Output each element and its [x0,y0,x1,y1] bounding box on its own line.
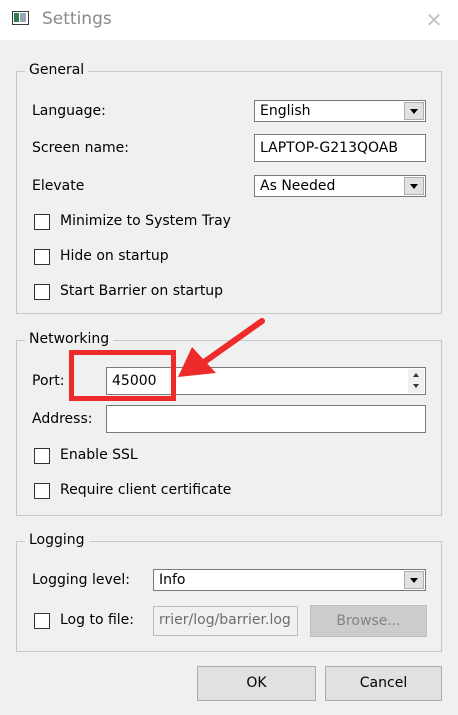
logging-level-combo[interactable]: Info [153,569,426,591]
title-bar: Settings ✕ [0,0,458,40]
port-label: Port: [32,373,65,389]
settings-window: Settings ✕ General Language: English Scr… [0,0,458,715]
log-file-path-field[interactable]: rrier/log/barrier.log [153,606,298,636]
language-combo[interactable]: English [254,100,426,122]
ok-button[interactable]: OK [197,666,316,701]
window-title: Settings [42,9,112,29]
spin-down-icon[interactable] [408,381,424,393]
browse-button[interactable]: Browse... [310,605,427,637]
hide-startup-label: Hide on startup [60,248,169,264]
enable-ssl-label: Enable SSL [60,447,138,463]
language-label: Language: [32,103,106,119]
start-barrier-checkbox[interactable] [34,284,50,300]
language-value: English [260,103,311,119]
screen-name-field[interactable]: LAPTOP-G213QOAB [254,134,426,162]
require-cert-label: Require client certificate [60,482,232,498]
log-to-file-option[interactable]: Log to file: [34,612,144,632]
enable-ssl-option[interactable]: Enable SSL [34,447,314,467]
address-field[interactable] [106,405,426,433]
port-spinbox[interactable]: 45000 [106,367,426,395]
general-group: General Language: English Screen name: L… [16,62,442,314]
enable-ssl-checkbox[interactable] [34,448,50,464]
port-value: 45000 [112,373,157,389]
minimize-tray-option[interactable]: Minimize to System Tray [34,213,314,233]
hide-startup-option[interactable]: Hide on startup [34,248,314,268]
logging-level-value: Info [159,572,186,588]
address-label: Address: [32,411,93,427]
networking-group-title: Networking [25,331,114,347]
chevron-down-icon [404,571,424,589]
networking-group: Networking Port: 45000 Address: Enable S… [16,331,442,516]
elevate-combo[interactable]: As Needed [254,175,426,197]
cancel-button[interactable]: Cancel [325,666,442,701]
require-cert-option[interactable]: Require client certificate [34,482,314,502]
start-barrier-label: Start Barrier on startup [60,283,224,299]
start-barrier-option[interactable]: Start Barrier on startup [34,283,314,303]
chevron-down-icon [404,102,424,120]
barrier-app-icon [12,11,29,25]
log-to-file-label: Log to file: [60,612,134,628]
chevron-down-icon [404,177,424,195]
logging-group-title: Logging [25,532,89,548]
port-spin-arrows [408,369,424,393]
minimize-tray-label: Minimize to System Tray [60,213,231,229]
spin-up-icon[interactable] [408,369,424,381]
logging-group: Logging Logging level: Info Log to file:… [16,532,442,652]
screen-name-label: Screen name: [32,140,130,156]
log-to-file-checkbox[interactable] [34,613,50,629]
hide-startup-checkbox[interactable] [34,249,50,265]
general-group-title: General [25,62,89,78]
elevate-value: As Needed [260,178,336,194]
minimize-tray-checkbox[interactable] [34,214,50,230]
elevate-label: Elevate [32,178,85,194]
require-cert-checkbox[interactable] [34,483,50,499]
logging-level-label: Logging level: [32,572,130,588]
close-icon[interactable]: ✕ [420,6,448,34]
